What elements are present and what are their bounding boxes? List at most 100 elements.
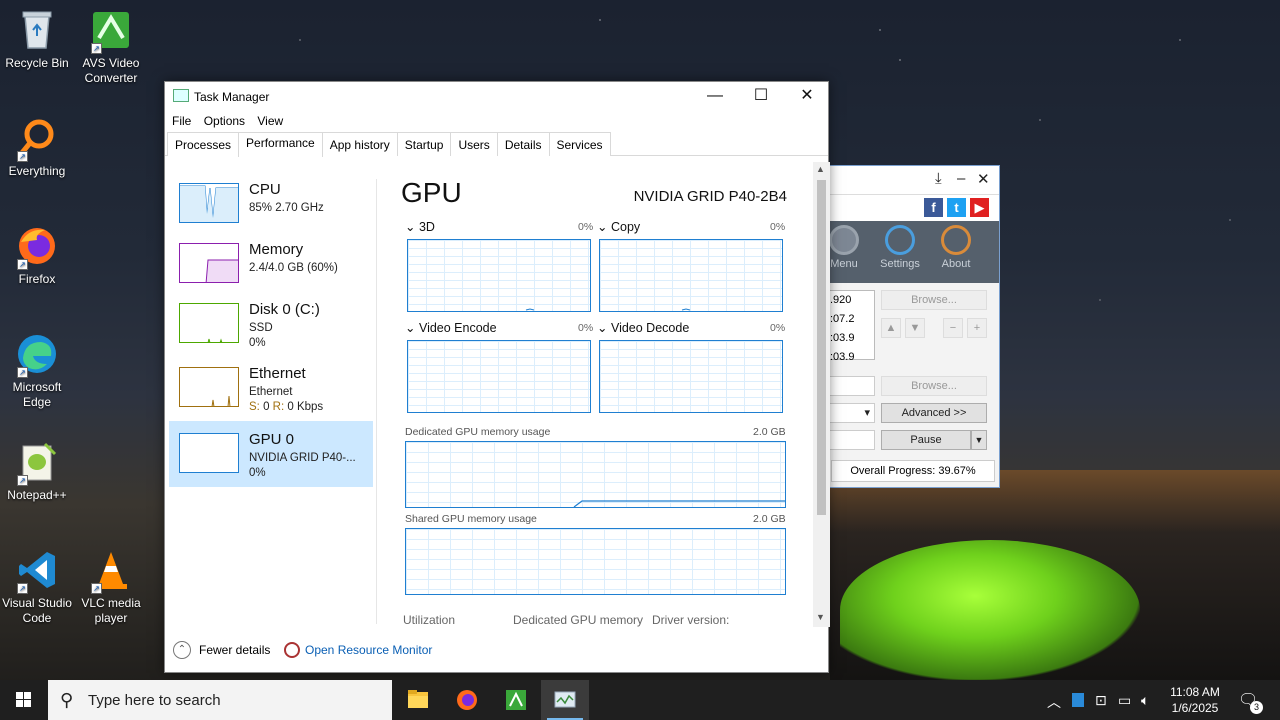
graph-dedicated-memory [405,441,786,508]
task-manager-titlebar[interactable]: Task Manager — ☐ ✕ [165,82,828,110]
taskbar-task-manager[interactable] [541,680,589,720]
ethernet-mini-graph [179,367,239,407]
list-item: .920 [830,294,852,306]
menu-view[interactable]: View [250,110,283,128]
move-down-button[interactable]: ▼ [905,318,925,338]
desktop-icon-notepad-plus-plus[interactable]: ↗ Notepad++ [0,440,74,503]
sidebar-item-cpu[interactable]: CPU 85% 2.70 GHz [169,171,373,237]
output-path-field[interactable] [827,376,875,396]
tab-services[interactable]: Services [548,132,611,156]
taskbar-firefox[interactable] [443,680,491,720]
desktop-icon-recycle-bin[interactable]: Recycle Bin [0,8,74,71]
sidebar-item-gpu[interactable]: GPU 0 NVIDIA GRID P40-... 0% [169,421,373,487]
sidebar-item-disk[interactable]: Disk 0 (C:) SSD 0% [169,291,373,357]
desktop-icon-avs-video-converter[interactable]: ↗ AVS Video Converter [74,8,148,86]
desktop-icon-microsoft-edge[interactable]: ↗ Microsoft Edge [0,332,74,410]
background-converter-window[interactable]: ⤓ – ✕ f t ▶ Menu Settings About .920 :07… [826,165,1000,488]
sidebar-item-detail: 2.4/4.0 GB (60%) [249,262,338,274]
overall-progress-label: Overall Progress: 39.67% [831,460,995,482]
pause-dropdown-arrow[interactable]: ▼ [971,430,987,450]
tab-performance[interactable]: Performance [238,132,323,157]
shortcut-arrow-icon: ↗ [17,367,28,378]
tab-users[interactable]: Users [450,132,498,156]
task-manager-icon [173,89,189,102]
search-icon: ⚲ [60,690,74,710]
engine-selector-copy[interactable]: ⌄ Copy [597,219,640,234]
about-tool-button[interactable]: About [931,225,981,270]
pause-button[interactable]: Pause [881,430,971,450]
scroll-down-arrow[interactable]: ▼ [816,612,825,622]
minimize-button[interactable]: — [692,82,738,110]
download-icon[interactable]: ⤓ [935,170,942,187]
network-icon[interactable]: ▭ [1118,692,1131,709]
tray-security-icon[interactable]: ⊡ [1095,692,1107,709]
list-item: :07.2 [830,313,855,325]
shortcut-arrow-icon: ↗ [17,259,28,270]
format-dropdown[interactable]: ▾ [827,403,875,423]
vertical-scrollbar[interactable]: ▲ ▼ [813,162,830,627]
taskbar-search-box[interactable]: ⚲ Type here to search [48,680,392,720]
browse-button-1[interactable]: Browse... [881,290,987,310]
minimize-icon[interactable]: – [957,170,965,187]
volume-muted-icon[interactable]: 🔈︎ [1141,692,1149,709]
tab-startup[interactable]: Startup [396,132,452,156]
windows-logo-icon [16,692,31,707]
tray-app-icon[interactable] [1072,693,1084,707]
vlc-cone-icon: ↗ [89,548,133,594]
clock-date: 1/6/2025 [1171,701,1219,715]
dedicated-memory-label: Dedicated GPU memory usage [405,426,551,438]
gpu-detail-panel: GPU NVIDIA GRID P40-2B4 ⌄ 3D 0% ⌄ Copy 0… [401,157,787,627]
twitter-icon[interactable]: t [947,198,966,217]
close-button[interactable]: ✕ [784,82,830,110]
about-tool-label: About [941,258,971,270]
notification-count-badge: 3 [1250,701,1263,714]
engine-pct-copy: 0% [770,221,786,233]
tab-processes[interactable]: Processes [167,132,240,156]
chevron-down-icon: ⌄ [405,321,416,335]
list-item: :03.9 [830,332,855,344]
scroll-up-arrow[interactable]: ▲ [816,164,825,174]
tab-details[interactable]: Details [496,132,550,156]
menu-file[interactable]: File [165,110,191,128]
taskbar-avs-converter[interactable] [492,680,540,720]
window-title: Task Manager [194,90,270,104]
background-window-titlebar[interactable]: ⤓ – ✕ [827,166,999,195]
tab-app-history[interactable]: App history [321,132,398,156]
browse-button-2[interactable]: Browse... [881,376,987,396]
task-manager-window[interactable]: Task Manager — ☐ ✕ File Options View Pro… [164,81,830,673]
system-clock[interactable]: 11:08 AM 1/6/2025 [1161,684,1229,716]
maximize-button[interactable]: ☐ [738,82,784,110]
youtube-icon[interactable]: ▶ [970,198,989,217]
open-resource-monitor-link[interactable]: Open Resource Monitor [305,643,432,657]
show-hidden-icons-chevron[interactable]: ︿ [1047,692,1061,712]
desktop-icon-firefox[interactable]: ↗ Firefox [0,224,74,287]
fewer-details-link[interactable]: Fewer details [199,643,270,657]
graph-copy [599,239,783,312]
question-icon [941,225,971,255]
engine-selector-video-decode[interactable]: ⌄ Video Decode [597,320,689,335]
scrollbar-thumb[interactable] [817,180,826,515]
advanced-button[interactable]: Advanced >> [881,403,987,423]
sidebar-item-detail: 85% 2.70 GHz [249,202,324,214]
start-button[interactable] [0,680,48,720]
engine-selector-video-encode[interactable]: ⌄ Video Encode [405,320,497,335]
add-button[interactable]: + [967,318,987,338]
taskbar-file-explorer[interactable] [394,680,442,720]
menu-options[interactable]: Options [197,110,245,128]
remove-button[interactable]: − [943,318,963,338]
sidebar-item-memory[interactable]: Memory 2.4/4.0 GB (60%) [169,231,373,297]
close-icon[interactable]: ✕ [977,170,990,188]
sidebar-item-ethernet[interactable]: Ethernet Ethernet S: 0 R: 0 Kbps [169,355,373,421]
settings-tool-button[interactable]: Settings [875,225,925,270]
engine-selector-3d[interactable]: ⌄ 3D [405,219,435,234]
desktop-icon-everything[interactable]: ↗ Everything [0,116,74,179]
desktop-icon-vlc-media-player[interactable]: ↗ VLC media player [74,548,148,626]
options-field[interactable] [827,430,875,450]
avs-video-converter-icon: ↗ [89,8,133,54]
desktop-icon-visual-studio-code[interactable]: ↗ Visual Studio Code [0,548,74,626]
move-up-button[interactable]: ▲ [881,318,901,338]
desktop-icon-label: Firefox [18,272,56,286]
shortcut-arrow-icon: ↗ [17,151,28,162]
facebook-icon[interactable]: f [924,198,943,217]
file-time-list[interactable]: .920 :07.2 :03.9 :03.9 [827,290,875,363]
